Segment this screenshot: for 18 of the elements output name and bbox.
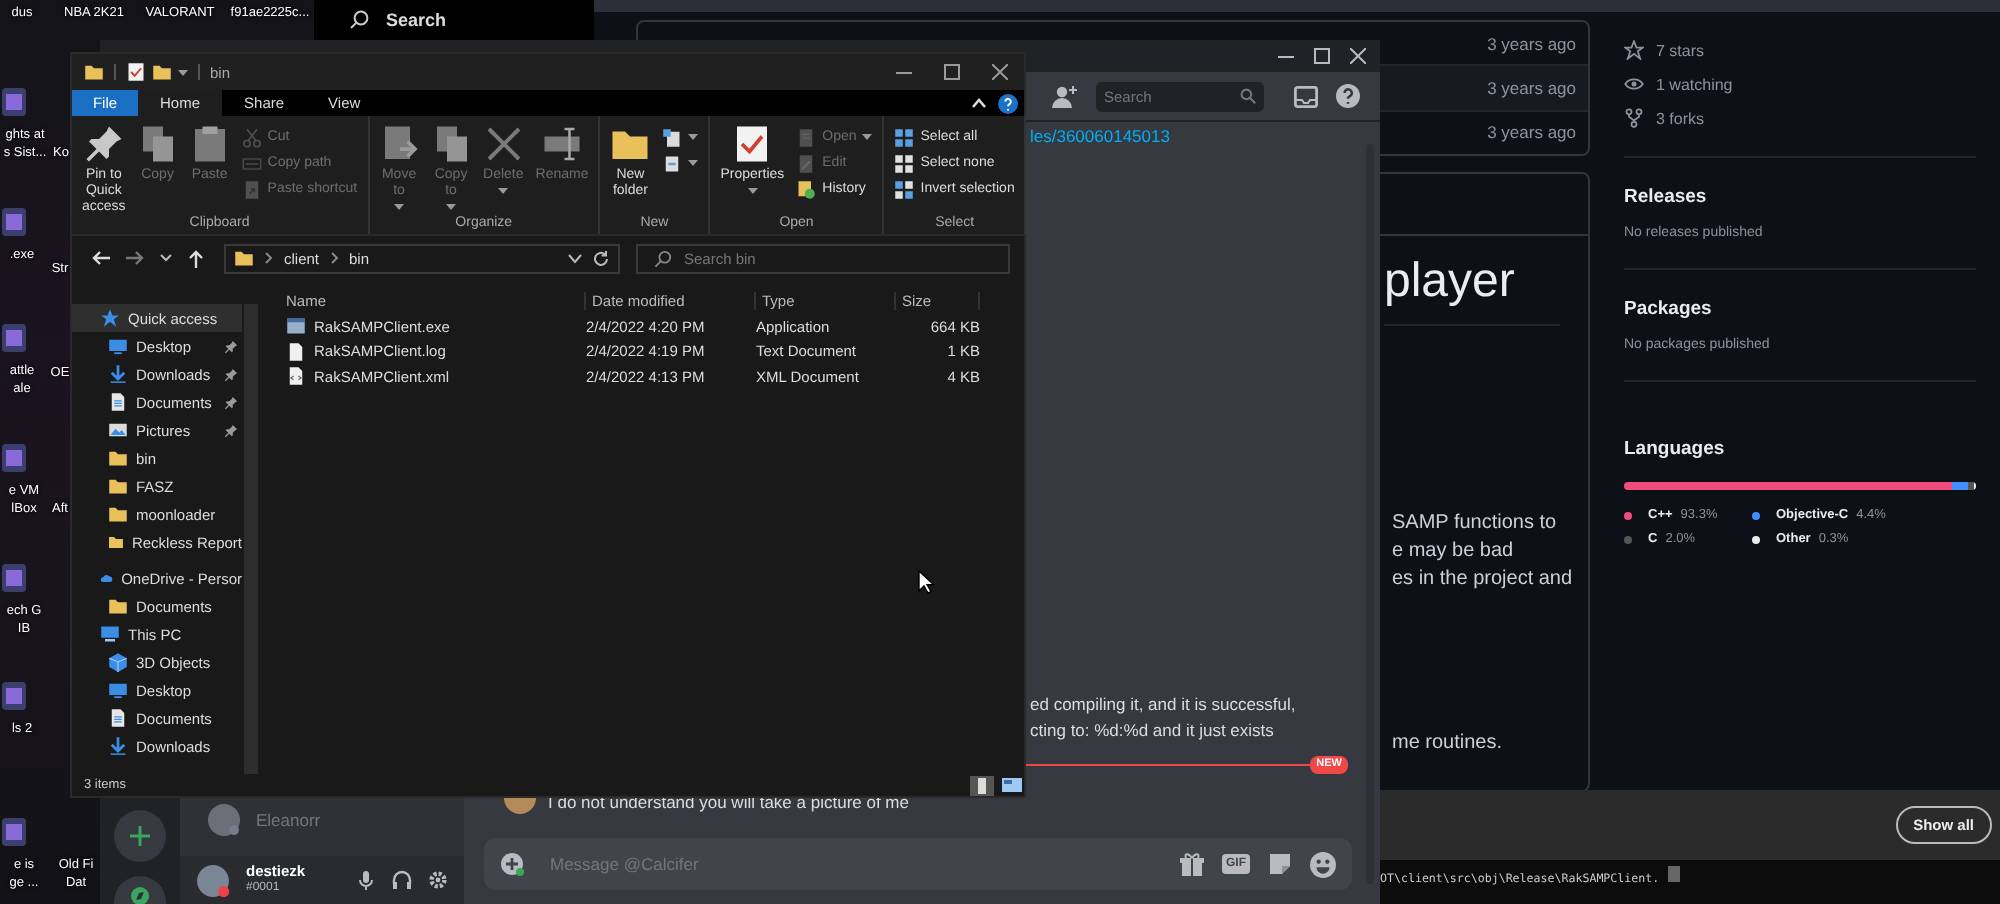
message-link[interactable]: les/360060145013 bbox=[1030, 126, 1170, 146]
repo-stat[interactable]: 7 stars bbox=[1656, 41, 1705, 59]
section-title[interactable]: Packages bbox=[1624, 298, 1976, 320]
readme-text: SAMP functions to bbox=[1390, 510, 1559, 538]
commit-time: 3 years ago bbox=[1487, 122, 1576, 143]
readme-heading: player bbox=[1384, 252, 1517, 312]
message-text: ed compiling it, and it is successful, bbox=[1030, 692, 1296, 718]
commit-time: 3 years ago bbox=[1487, 33, 1576, 54]
readme-text: es in the project and bbox=[1390, 566, 1575, 594]
section-title: Languages bbox=[1624, 438, 1727, 460]
readme-text: e may be bad bbox=[1390, 538, 1516, 566]
readme-text: me routines. bbox=[1390, 730, 1505, 758]
repo-stat[interactable]: 3 forks bbox=[1656, 109, 1705, 127]
search-box[interactable]: Search bbox=[314, 0, 594, 40]
message-text: cting to: %d:%d and it just exists bbox=[1030, 718, 1274, 744]
repo-stat[interactable]: 1 watching bbox=[1656, 75, 1733, 93]
section-title[interactable]: Releases bbox=[1624, 186, 1976, 208]
commit-time: 3 years ago bbox=[1487, 77, 1576, 98]
